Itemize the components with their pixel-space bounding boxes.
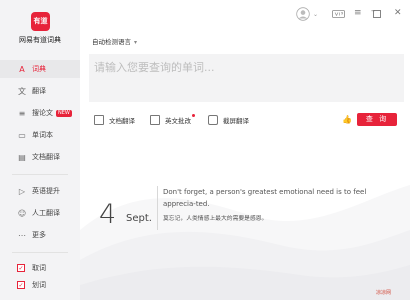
sidebar-item-dictionary[interactable]: A 词典 [0,60,80,78]
tool-label: 文档翻译 [109,117,135,125]
search-input[interactable] [92,60,396,75]
language-selector[interactable]: 自动检测语言 ▾ [92,36,137,46]
wordbook-icon: ▭ [18,130,26,140]
checkbox-checked-icon[interactable]: ✓ [17,264,25,272]
toggle-word-capture[interactable]: ✓ 取词 [0,259,80,277]
daily-day: 4 [99,199,117,230]
close-icon[interactable]: ✕ [394,8,402,18]
sidebar-divider [12,252,68,253]
query-button[interactable]: 查 询 [357,113,397,126]
chevron-down-icon: ▾ [134,39,138,46]
menu-icon[interactable]: ≡ [354,8,362,18]
essay-icon [150,115,160,125]
toggle-word-select[interactable]: ✓ 划词 [0,276,80,294]
maximize-icon[interactable] [373,10,381,18]
background-waves [80,185,410,300]
vip-icon[interactable] [332,10,345,18]
sidebar-divider [12,174,68,175]
sidebar-item-document-translate[interactable]: ▤ 文档翻译 [0,148,80,166]
thumbs-up-icon[interactable]: 👍 [342,115,352,124]
paper-icon: ≡ [18,108,26,118]
more-icon: ⋯ [18,230,26,240]
translate-icon: 文 [18,86,26,96]
app-logo: 有道 [31,12,50,31]
notification-dot [192,114,195,117]
play-icon: ▷ [18,186,26,196]
sidebar-item-label: 文档翻译 [32,153,60,161]
main-panel: ⌄ ≡ – ✕ 自动检测语言▾ 文档翻译 英文批改 截屏翻译 👍 查 询 [80,0,410,300]
document-icon [94,115,104,125]
sidebar-item-english-improve[interactable]: ▷ 英语提升 [0,182,80,200]
chevron-down-icon[interactable]: ⌄ [313,10,318,20]
watermark: 凉凉网 [376,290,392,296]
sidebar-item-search-papers[interactable]: ≡ 搜论文 NEW [0,104,80,122]
document-icon: ▤ [18,152,26,162]
new-badge: NEW [56,109,72,117]
person-icon: ☺ [17,208,27,218]
search-box[interactable] [89,54,404,102]
sidebar-item-label: 词典 [32,65,46,73]
quote-divider [157,186,158,230]
daily-month: Sept. [126,213,152,224]
tool-label: 英文批改 [165,114,195,125]
sidebar-item-wordbook[interactable]: ▭ 单词本 [0,126,80,144]
sidebar-item-label: 搜论文 [32,109,53,117]
essay-check-button[interactable]: 英文批改 [150,114,195,125]
sidebar-item-more[interactable]: ⋯ 更多 [0,226,80,244]
sidebar-item-label: 人工翻译 [32,209,60,217]
sidebar-item-label: 单词本 [32,131,53,139]
sidebar-item-translate[interactable]: 文 翻译 [0,82,80,100]
tool-label: 截屏翻译 [223,117,249,125]
toggle-label: 取词 [32,264,46,272]
sidebar-item-human-translate[interactable]: ☺ 人工翻译 [0,204,80,222]
sidebar: 有道 网易有道词典 A 词典 文 翻译 ≡ 搜论文 NEW ▭ 单词本 ▤ 文档… [0,0,80,300]
daily-quote-english: Don't forget, a person's greatest emotio… [163,188,367,208]
dictionary-icon: A [19,64,25,74]
checkbox-checked-icon[interactable]: ✓ [17,281,25,289]
screenshot-translate-button[interactable]: 截屏翻译 [208,115,249,125]
daily-quote-chinese: 莫忘记，人类情感上最大的需要是感恩。 [163,216,268,222]
camera-icon [208,115,218,125]
user-avatar-icon[interactable] [296,7,310,21]
doc-translate-button[interactable]: 文档翻译 [94,115,135,125]
language-label: 自动检测语言 [92,38,131,46]
sidebar-item-label: 更多 [32,231,46,239]
toggle-label: 划词 [32,281,46,289]
app-name: 网易有道词典 [19,36,61,44]
sidebar-item-label: 翻译 [32,87,46,95]
sidebar-item-label: 英语提升 [32,187,60,195]
